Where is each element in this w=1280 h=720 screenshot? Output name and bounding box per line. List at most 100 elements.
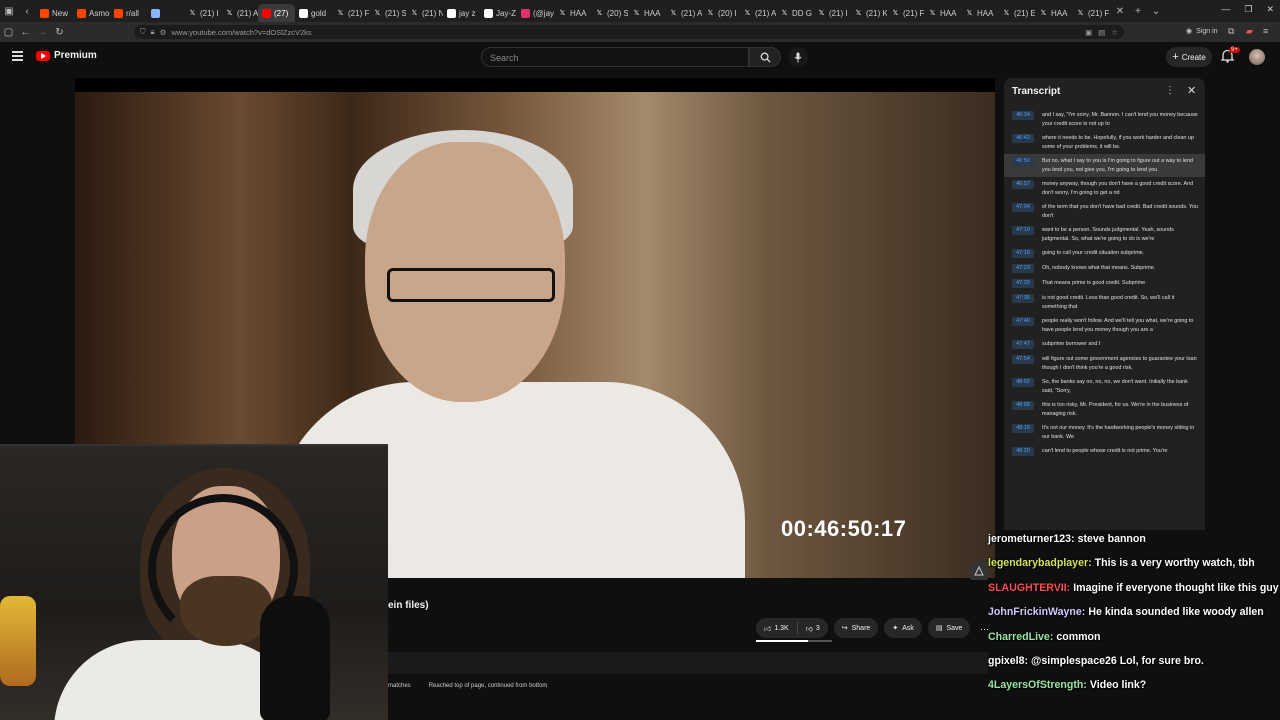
segment-timestamp[interactable]: 47:04 [1012,203,1034,212]
transcript-segment[interactable]: 48:15 It's not our money. It's the hardwo… [1004,421,1205,444]
segment-timestamp[interactable]: 47:35 [1012,294,1034,303]
browser-tab[interactable]: 𝕏 (21) K [850,4,887,22]
tab-scroll-left-icon[interactable]: ‹ [18,6,36,17]
chat-username[interactable]: JohnFrickinWayne: [988,606,1085,618]
dislike-button[interactable]: 👎︎ 3 [798,618,828,638]
transcript-segment[interactable]: 47:23 Oh, nobody knows what that means. S… [1004,261,1205,276]
close-icon[interactable]: ✕ [1187,84,1196,97]
search-input[interactable]: Search [481,47,749,67]
browser-menu-icon[interactable]: ≡ [1263,26,1268,36]
browser-tab[interactable]: 𝕏 (21) E [998,4,1035,22]
browser-tab[interactable]: 𝕏 HAA [924,4,961,22]
transcript-segment[interactable]: 47:35 is not good credit. Less than good … [1004,291,1205,314]
browser-tab[interactable]: 𝕏 (20) S [591,4,628,22]
chat-username[interactable]: 4LayersOfStrength: [988,679,1087,691]
browser-tab[interactable]: 𝕏 HAA [1035,4,1072,22]
share-button[interactable]: ↪ Share [833,618,879,638]
chat-username[interactable]: CharredLive: [988,631,1053,643]
segment-timestamp[interactable]: 46:34 [1012,111,1034,120]
transcript-segment[interactable]: 46:34 and I say, "I'm sorry, Mr. Bannon. … [1004,108,1205,131]
tab-close-icon[interactable]: ✕ [1111,6,1129,17]
shield-icon[interactable]: ⛉ [140,27,146,37]
chat-username[interactable]: gpixel8: [988,655,1028,667]
flag-icon[interactable] [970,562,988,580]
segment-timestamp[interactable]: 47:29 [1012,279,1034,288]
site-settings-icon[interactable]: ⚙︎ [160,28,167,37]
browser-tab[interactable]: 𝕏 (21) S [369,4,406,22]
transcript-segment[interactable]: 47:47 subprime borrower and I [1004,337,1205,352]
browser-tab[interactable] [147,4,184,22]
segment-timestamp[interactable]: 46:57 [1012,180,1034,189]
segment-timestamp[interactable]: 47:54 [1012,355,1034,364]
browser-tab[interactable]: 𝕏 HAA [628,4,665,22]
browser-tab[interactable]: gold [295,4,332,22]
browser-tab[interactable]: Jay-Z [480,4,517,22]
transcript-segment[interactable]: 47:10 want to be a person. Sounds judgmen… [1004,223,1205,246]
tab-actions-icon[interactable]: ▣ [0,6,18,17]
reader-icon[interactable]: ▤ [1098,28,1105,37]
transcript-segment[interactable]: 48:02 So, the banks say no, no, no, we do… [1004,375,1205,398]
address-bar[interactable]: ⛉ 🔒︎ ⚙︎ www.youtube.com/watch?v=dOSlZzcV… [134,25,1124,39]
segment-timestamp[interactable]: 48:02 [1012,378,1034,387]
browser-tab[interactable]: 𝕏 (21) I [813,4,850,22]
segment-timestamp[interactable]: 46:42 [1012,134,1034,143]
browser-tab[interactable]: 𝕏 (21) I [184,4,221,22]
browser-tab[interactable]: 𝕏 DD G [776,4,813,22]
browser-tab[interactable]: 𝕏 (21) N [406,4,443,22]
browser-tab[interactable]: Asmo [73,4,110,22]
lock-icon[interactable]: 🔒︎ [151,27,155,37]
tab-list-icon[interactable]: ⌄ [1147,6,1165,17]
chat-username[interactable]: SLAUGHTERVII: [988,582,1070,594]
chat-username[interactable]: jerometurner123: [988,533,1075,545]
transcript-segment[interactable]: 48:08 this is too risky, Mr. President, f… [1004,398,1205,421]
segment-timestamp[interactable]: 47:10 [1012,226,1034,235]
chat-username[interactable]: legendarybadplayer: [988,557,1092,569]
segment-timestamp[interactable]: 48:20 [1012,447,1034,456]
url-text[interactable]: www.youtube.com/watch?v=dOSlZzcV2ks [171,28,311,37]
create-button[interactable]: + Create [1166,47,1212,67]
more-options-icon[interactable]: ⋮ [1165,85,1175,96]
window-close-icon[interactable]: ✕ [1266,4,1274,15]
browser-tab[interactable]: 𝕏 (21) F [887,4,924,22]
browser-tab[interactable]: 𝕏 (21) A [221,4,258,22]
segment-timestamp[interactable]: 48:15 [1012,424,1034,433]
browser-tab[interactable]: 𝕏 (20) I [702,4,739,22]
browser-tab[interactable]: 𝕏 HAA [554,4,591,22]
browser-tab[interactable]: 𝕏 (21) F [332,4,369,22]
maximize-icon[interactable]: ❐ [1244,4,1252,15]
transcript-segment[interactable]: 48:20 can't lend to people whose credit i… [1004,444,1205,459]
ask-button[interactable]: ✦ Ask [884,618,922,638]
reload-icon[interactable]: ↻ [51,27,68,38]
transcript-segment[interactable]: 46:57 money anyway, though you don't have… [1004,177,1205,200]
transcript-segment[interactable]: 46:50 But no, what I say to you is I'm go… [1004,154,1205,177]
segment-timestamp[interactable]: 46:50 [1012,157,1034,166]
browser-tab[interactable]: 𝕏 HAA [961,4,998,22]
sign-in-button[interactable]: ◉ Sign in [1186,27,1218,36]
guide-menu-icon[interactable] [12,51,23,61]
new-tab-icon[interactable]: + [1129,6,1147,17]
pip-icon[interactable]: ▣ [1085,28,1092,37]
transcript-segment[interactable]: 47:16 going to call your credit situation… [1004,246,1205,261]
account-avatar[interactable] [1249,49,1265,65]
like-button[interactable]: 👍︎ 1.3K [756,618,797,638]
save-button[interactable]: ▤ Save [927,618,971,638]
segment-timestamp[interactable]: 47:47 [1012,340,1034,349]
segment-timestamp[interactable]: 47:23 [1012,264,1034,273]
browser-tab[interactable]: jay z [443,4,480,22]
extension-badge-icon[interactable]: ▰ [1246,26,1253,37]
extensions-icon[interactable]: ⧉ [1228,26,1234,37]
transcript-segment[interactable]: 47:40 people really won't follow. And we'… [1004,314,1205,337]
browser-tab[interactable]: 𝕏 (21) F [1072,4,1109,22]
youtube-logo[interactable]: Premium [36,50,97,61]
segment-timestamp[interactable]: 48:08 [1012,401,1034,410]
back-icon[interactable]: ← [17,27,34,38]
transcript-segment[interactable]: 47:29 That means prime is good credit. Su… [1004,276,1205,291]
search-button[interactable] [749,47,781,67]
bookmark-star-icon[interactable]: ☆ [1111,28,1118,37]
browser-tab[interactable]: 𝕏 (21) A [665,4,702,22]
transcript-segment[interactable]: 47:04 of the term that you don't have bad… [1004,200,1205,223]
segment-timestamp[interactable]: 47:40 [1012,317,1034,326]
browser-tab[interactable]: 𝕏 (21) A [739,4,776,22]
browser-tab[interactable]: (27) [258,4,295,22]
voice-search-button[interactable] [788,47,808,67]
